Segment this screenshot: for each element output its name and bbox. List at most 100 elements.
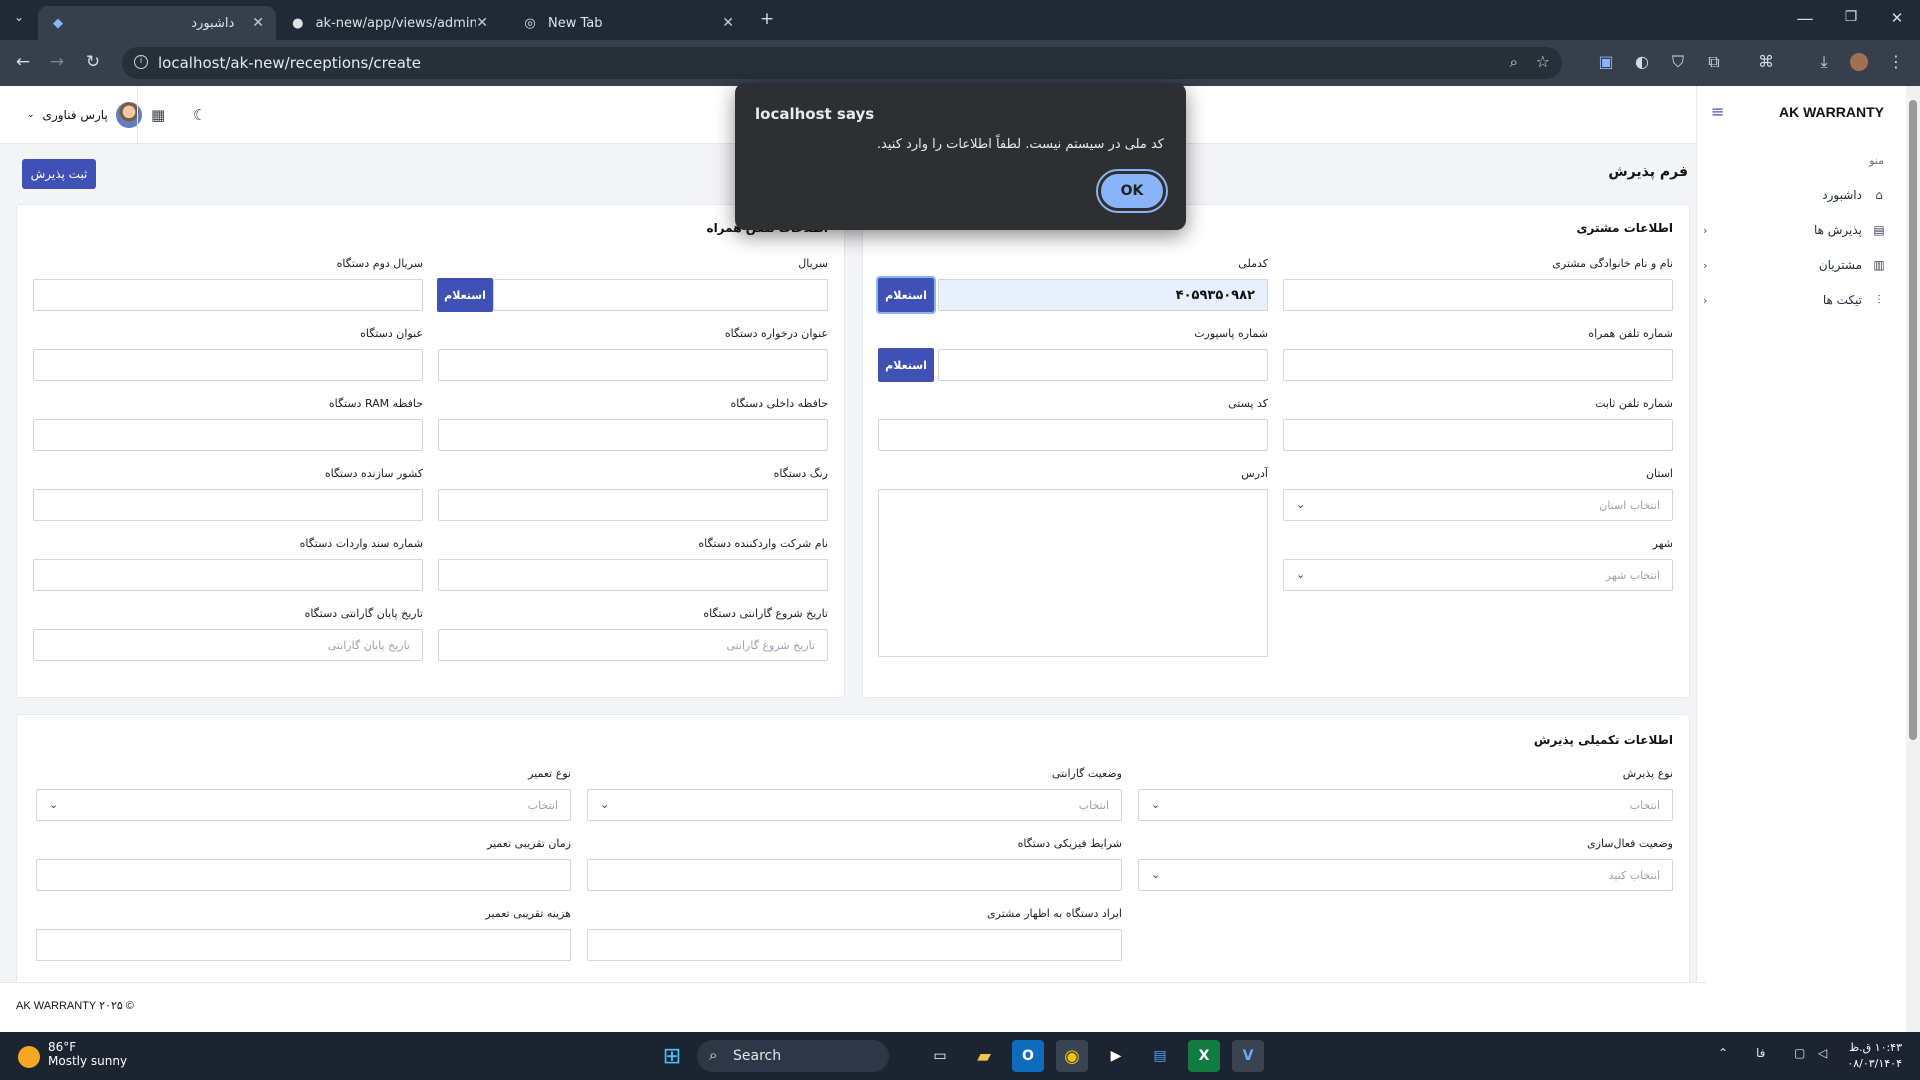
passport-inquiry-button[interactable]: استعلام — [878, 348, 934, 382]
country-label: کشور سازنده دستگاه — [324, 467, 423, 480]
full-name-input[interactable] — [1283, 279, 1673, 311]
device-title-input[interactable] — [33, 349, 423, 381]
close-tab-icon[interactable]: ✕ — [476, 15, 488, 31]
system-clock[interactable]: ۱۰:۴۳ ق.ظ ۰۸/۰۳/۱۴۰۴ — [1847, 1040, 1902, 1072]
repair-cost-input[interactable] — [36, 929, 571, 961]
file-explorer-icon[interactable]: ▰ — [968, 1040, 1000, 1072]
mobile-input[interactable] — [1283, 349, 1673, 381]
postal-code-label: کد پستی — [1228, 397, 1268, 410]
ram-input[interactable] — [33, 419, 423, 451]
profile-avatar[interactable] — [1850, 53, 1868, 71]
shield-extension-icon[interactable]: ⛉ — [1668, 52, 1688, 72]
apps-grid-icon[interactable]: ▦ — [151, 106, 165, 124]
sidebar-item-label: داشبورد — [1822, 188, 1862, 202]
extensions-puzzle-icon[interactable]: ⧉ — [1704, 52, 1724, 72]
zoom-icon[interactable]: ⌕ — [1510, 53, 1518, 71]
language-indicator[interactable]: فا — [1756, 1046, 1765, 1060]
user-menu[interactable]: پارس فناوری ⌄ — [27, 102, 142, 128]
tab-new[interactable]: ◎ New Tab ✕ — [510, 6, 746, 40]
close-tab-icon[interactable]: ✕ — [722, 15, 734, 31]
excel-icon[interactable]: X — [1188, 1040, 1220, 1072]
complaint-input[interactable] — [587, 929, 1122, 961]
serial-inquiry-button[interactable]: استعلام — [437, 278, 493, 312]
national-code-label: کدملی — [1238, 257, 1268, 270]
sidepanel-icon[interactable]: ▣ — [1596, 52, 1616, 72]
scrollbar-thumb[interactable] — [1909, 100, 1917, 740]
sun-weather-icon — [18, 1046, 40, 1068]
menu-kebab-icon[interactable]: ⋮ — [1886, 52, 1906, 72]
close-tab-icon[interactable]: ✕ — [252, 15, 264, 31]
request-title-input[interactable] — [438, 349, 828, 381]
receipt-icon: ▤ — [1873, 223, 1885, 237]
province-select[interactable]: انتخاب استان ⌄ — [1283, 489, 1673, 521]
show-hidden-icons-icon[interactable]: ⌃ — [1718, 1046, 1728, 1060]
outlook-icon[interactable]: O — [1012, 1040, 1044, 1072]
serial-input[interactable] — [493, 279, 828, 311]
tab-github[interactable]: ● ak-new/app/views/admin/recep ✕ — [278, 6, 500, 40]
sidebar-item-customers[interactable]: ▥ مشتریان ‹ — [1703, 252, 1888, 278]
country-input[interactable] — [33, 489, 423, 521]
storage-input[interactable] — [438, 419, 828, 451]
close-window-icon[interactable]: ✕ — [1886, 9, 1908, 27]
reload-icon[interactable]: ↻ — [82, 52, 104, 72]
forward-icon[interactable]: → — [46, 52, 68, 72]
sidebar-item-receptions[interactable]: ▤ پذیرش ها ‹ — [1703, 217, 1888, 243]
import-doc-input[interactable] — [33, 559, 423, 591]
network-icon[interactable]: ▢ — [1794, 1046, 1805, 1060]
back-icon[interactable]: ← — [12, 52, 34, 72]
downloads-icon[interactable]: ⤓ — [1814, 52, 1834, 72]
address-textarea[interactable] — [878, 489, 1268, 657]
restore-icon[interactable]: ❐ — [1840, 9, 1862, 25]
sidebar-item-dashboard[interactable]: ⌂ داشبورد — [1703, 182, 1888, 208]
warranty-start-input[interactable]: تاریخ شروع گارانتی — [438, 629, 828, 661]
new-tab-icon[interactable]: + — [756, 9, 778, 29]
tab-dashboard[interactable]: ◆ داشبورد ✕ — [38, 6, 276, 40]
dark-mode-moon-icon[interactable]: ☾ — [193, 106, 206, 124]
warranty-status-select[interactable]: انتخاب ⌄ — [587, 789, 1122, 821]
postal-code-input[interactable] — [878, 419, 1268, 451]
taskbar-search[interactable]: ⌕ Search — [697, 1040, 889, 1072]
scrollbar[interactable] — [1906, 86, 1920, 1032]
sidebar-item-label: پذیرش ها — [1813, 223, 1862, 237]
warranty-start-label: تاریخ شروع گارانتی دستگاه — [703, 607, 828, 620]
chrome-icon[interactable]: ◉ — [1056, 1040, 1088, 1072]
chevron-left-icon: ‹ — [1703, 258, 1708, 272]
weather-widget[interactable]: 86°F Mostly sunny — [18, 1040, 127, 1068]
url-bar[interactable]: i localhost/ak-new/receptions/create ⌕ ☆ — [122, 47, 1562, 79]
vscode-icon[interactable]: V — [1232, 1040, 1264, 1072]
hamburger-icon[interactable]: ≡ — [1711, 102, 1724, 121]
warranty-end-input[interactable]: تاریخ پایان گارانتی — [33, 629, 423, 661]
task-view-icon[interactable]: ▭ — [924, 1040, 956, 1072]
national-code-inquiry-button[interactable]: استعلام — [876, 276, 936, 314]
user-name: پارس فناوری — [42, 108, 108, 122]
dialog-ok-button[interactable]: OK — [1096, 169, 1168, 213]
notepad-icon[interactable]: ▤ — [1144, 1040, 1176, 1072]
extension-circle-icon[interactable]: ◐ — [1632, 52, 1652, 72]
importer-label: نام شرکت واردکننده دستگاه — [698, 537, 828, 550]
windows-start-icon[interactable]: ⊞ — [656, 1040, 688, 1072]
color-input[interactable] — [438, 489, 828, 521]
landline-input[interactable] — [1283, 419, 1673, 451]
submit-reception-button[interactable]: ثبت پذیرش — [22, 159, 96, 189]
repair-time-input[interactable] — [36, 859, 571, 891]
bookmark-star-icon[interactable]: ☆ — [1536, 52, 1550, 71]
tab-search-icon[interactable]: ⌄ — [8, 10, 30, 24]
reception-type-select[interactable]: انتخاب ⌄ — [1138, 789, 1673, 821]
incognito-icon[interactable]: ⌘ — [1756, 52, 1776, 72]
physical-input[interactable] — [587, 859, 1122, 891]
importer-input[interactable] — [438, 559, 828, 591]
serial2-input[interactable] — [33, 279, 423, 311]
repair-type-select[interactable]: انتخاب ⌄ — [36, 789, 571, 821]
chevron-left-icon: ‹ — [1703, 293, 1708, 307]
city-select[interactable]: انتخاب شهر ⌄ — [1283, 559, 1673, 591]
site-info-icon[interactable]: i — [134, 55, 148, 69]
minimize-icon[interactable]: — — [1794, 9, 1816, 29]
volume-icon[interactable]: ◁ — [1818, 1046, 1827, 1060]
sidebar-item-tickets[interactable]: ⫶ تیکت ها ‹ — [1703, 287, 1888, 313]
national-code-input[interactable]: ۴۰۵۹۳۵۰۹۸۲ — [938, 279, 1268, 311]
passport-input[interactable] — [938, 349, 1268, 381]
tab-title: ak-new/app/views/admin/recep — [315, 15, 477, 31]
terminal-icon[interactable]: ▶ — [1100, 1040, 1132, 1072]
activation-select[interactable]: انتخاب کنید ⌄ — [1138, 859, 1673, 891]
chrome-icon: ◎ — [524, 15, 536, 31]
